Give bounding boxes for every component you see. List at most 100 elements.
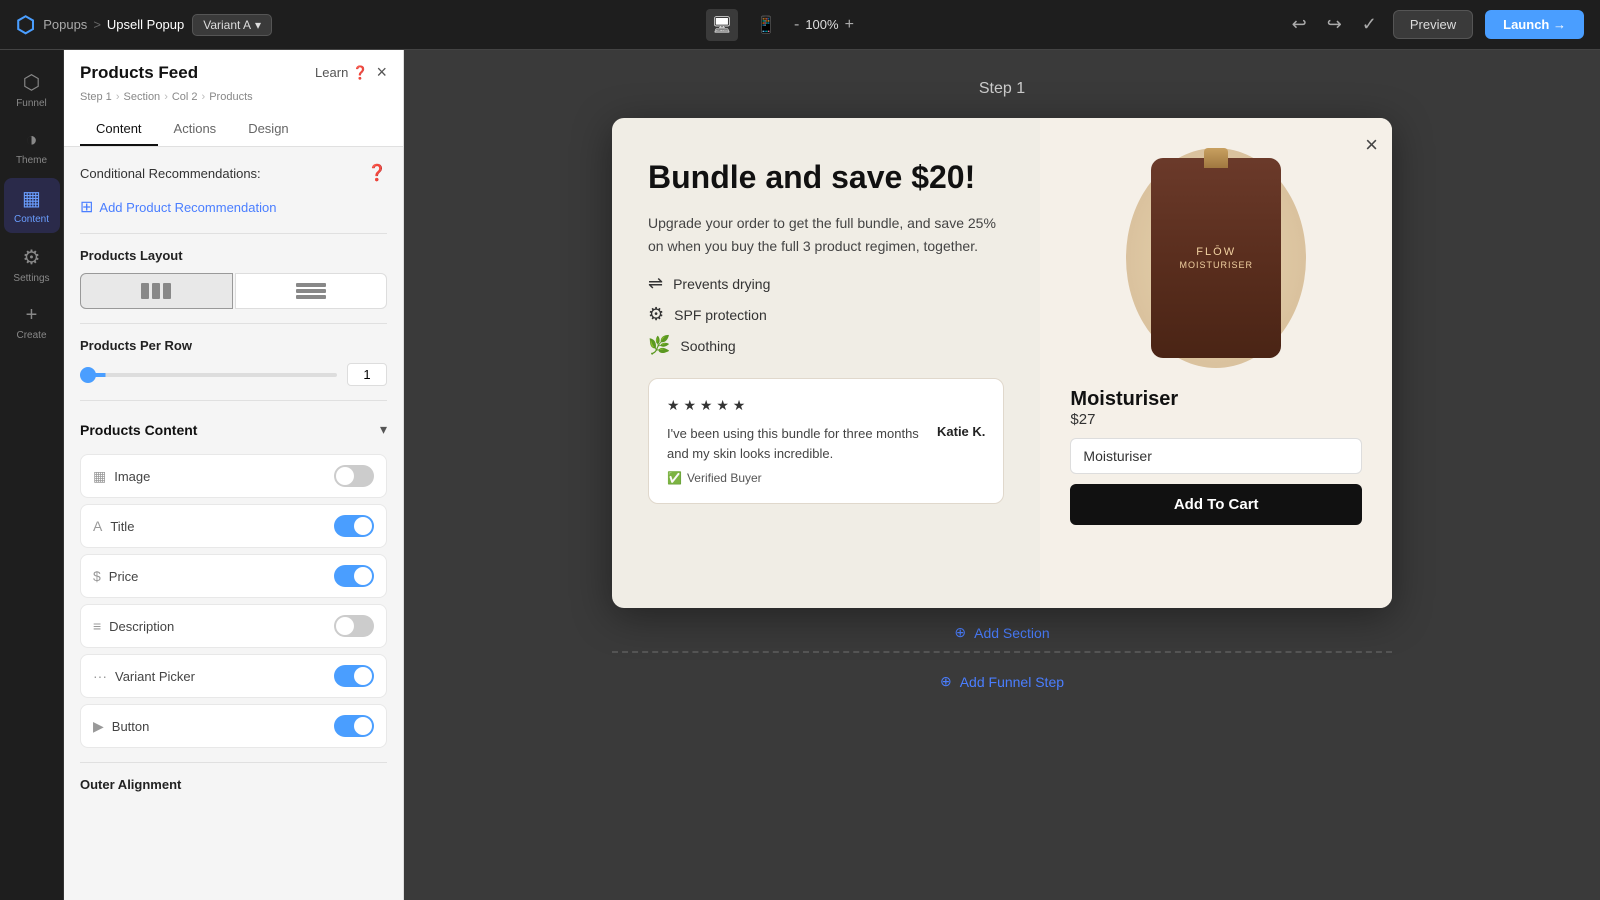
undo-btn[interactable]: ↩ [1288,10,1311,39]
product-name-label: MOISTURISER [1179,260,1253,270]
verified-check-icon: ✅ [667,471,682,485]
sidebar-item-label-funnel: Funnel [16,98,47,109]
desktop-device-btn[interactable]: 🖥 [706,9,738,41]
popup-left: Bundle and save $20! Upgrade your order … [612,118,1040,608]
popup-title: Bundle and save $20! [648,158,1004,196]
add-funnel-icon: ⊕ [940,673,952,690]
canvas: Step 1 × Bundle and save $20! Upgrade yo… [404,50,1600,900]
feature-text-1: Prevents drying [673,276,770,292]
add-section-label: Add Section [974,625,1050,641]
popup-description: Upgrade your order to get the full bundl… [648,212,1004,257]
variant-selector[interactable]: Variant A ▾ [192,14,272,36]
funnel-icon: ⬡ [23,70,40,95]
panel: Products Feed Learn ❓ × Step 1 › Section… [64,50,404,900]
description-toggle-row: ≡ Description [80,604,387,648]
main-layout: ⬡ Funnel ◑ Theme ▦ Content ⚙ Settings + … [0,50,1600,900]
add-to-cart-button[interactable]: Add To Cart [1070,484,1362,525]
product-variant-select[interactable]: Moisturiser [1070,438,1362,474]
products-content-header[interactable]: Products Content ▾ [80,415,387,444]
feature-text-3: Soothing [680,338,735,354]
breadcrumb-sep1: > [93,17,101,32]
bottle-cap [1204,148,1228,168]
learn-button[interactable]: Learn ❓ [315,65,368,81]
price-toggle[interactable] [334,565,374,587]
topbar-left: ⬡ Popups > Upsell Popup Variant A ▾ [16,12,272,38]
title-toggle[interactable] [334,515,374,537]
sidebar-item-theme[interactable]: ◑ Theme [4,121,60,174]
outer-alignment-title: Outer Alignment [80,777,387,792]
breadcrumb: Popups > Upsell Popup [43,17,184,32]
zoom-in-btn[interactable]: + [845,16,854,34]
feature-text-2: SPF protection [674,307,767,323]
image-toggle[interactable] [334,465,374,487]
review-card: ★ ★ ★ ★ ★ I've been using this bundle fo… [648,378,1004,504]
list-layout-btn[interactable] [235,273,388,309]
tab-design[interactable]: Design [232,113,304,146]
check-btn[interactable]: ✓ [1358,10,1381,39]
per-row-value: 1 [347,363,387,386]
topbar-right: ↩ ↪ ✓ Preview Launch → [1288,10,1584,39]
grid-layout-btn[interactable] [80,273,233,309]
soothing-icon: 🌿 [648,335,670,356]
product-bottle: FLŌW MOISTURISER [1151,158,1281,358]
add-recommendation-button[interactable]: ⊞ Add Product Recommendation [80,197,276,217]
price-label: Price [109,569,139,584]
content-icon: ▦ [22,186,41,211]
preview-button[interactable]: Preview [1393,10,1473,39]
add-rec-icon: ⊞ [80,197,93,217]
sidebar-item-funnel[interactable]: ⬡ Funnel [4,62,60,117]
price-icon: $ [93,568,101,584]
sidebar: ⬡ Funnel ◑ Theme ▦ Content ⚙ Settings + … [0,50,64,900]
sidebar-item-create[interactable]: + Create [4,296,60,349]
title-icon: A [93,518,102,534]
sidebar-item-settings[interactable]: ⚙ Settings [4,237,60,292]
sidebar-item-content[interactable]: ▦ Content [4,178,60,233]
feature-item-3: 🌿 Soothing [648,335,1004,356]
popup-container: × Bundle and save $20! Upgrade your orde… [612,118,1392,608]
panel-title: Products Feed [80,63,198,83]
add-funnel-step-row[interactable]: ⊕ Add Funnel Step [612,651,1392,710]
popup-close-button[interactable]: × [1365,132,1378,158]
variant-picker-toggle-row: ··· Variant Picker [80,654,387,698]
collapse-arrow-icon: ▾ [380,421,387,438]
panel-header: Products Feed Learn ❓ × Step 1 › Section… [64,50,403,147]
per-row-slider[interactable] [80,373,337,377]
breadcrumb-section: Section [123,91,160,103]
conditional-help-icon: ❓ [367,163,387,183]
add-section-row[interactable]: ⊕ Add Section [954,624,1049,641]
mobile-device-btn[interactable]: 📱 [750,9,782,41]
tab-content[interactable]: Content [80,113,158,146]
button-toggle[interactable] [334,715,374,737]
outer-alignment-section: Outer Alignment [80,762,387,792]
review-body: I've been using this bundle for three mo… [667,424,985,463]
feature-list: ⇌ Prevents drying ⚙ SPF protection 🌿 Soo… [648,273,1004,356]
zoom-control: - 100% + [794,16,854,34]
review-text: I've been using this bundle for three mo… [667,424,927,463]
tab-actions[interactable]: Actions [158,113,233,146]
sidebar-item-label-content: Content [14,214,49,225]
image-label: Image [114,469,150,484]
product-label: FLŌW MOISTURISER [1179,246,1253,270]
step-label: Step 1 [979,80,1025,98]
product-brand: FLŌW [1179,246,1253,258]
prevent-drying-icon: ⇌ [648,273,663,294]
redo-btn[interactable]: ↪ [1323,10,1346,39]
panel-body: Conditional Recommendations: ❓ ⊞ Add Pro… [64,147,403,900]
panel-tabs: Content Actions Design [80,113,387,146]
description-toggle[interactable] [334,615,374,637]
sidebar-item-label-create: Create [16,330,46,341]
title-toggle-row: A Title [80,504,387,548]
button-label: Button [112,719,150,734]
launch-button[interactable]: Launch → [1485,10,1584,39]
popup-right: FLŌW MOISTURISER Moisturiser $27 Moistur… [1040,118,1392,608]
settings-icon: ⚙ [23,245,41,270]
breadcrumb-popups[interactable]: Popups [43,17,87,32]
variant-picker-toggle[interactable] [334,665,374,687]
zoom-out-btn[interactable]: - [794,16,799,34]
topbar: ⬡ Popups > Upsell Popup Variant A ▾ 🖥 📱 … [0,0,1600,50]
sidebar-item-label-theme: Theme [16,155,47,166]
image-toggle-row: ▦ Image [80,454,387,498]
panel-close-button[interactable]: × [376,62,387,83]
button-toggle-row: ▶ Button [80,704,387,748]
feature-item-2: ⚙ SPF protection [648,304,1004,325]
